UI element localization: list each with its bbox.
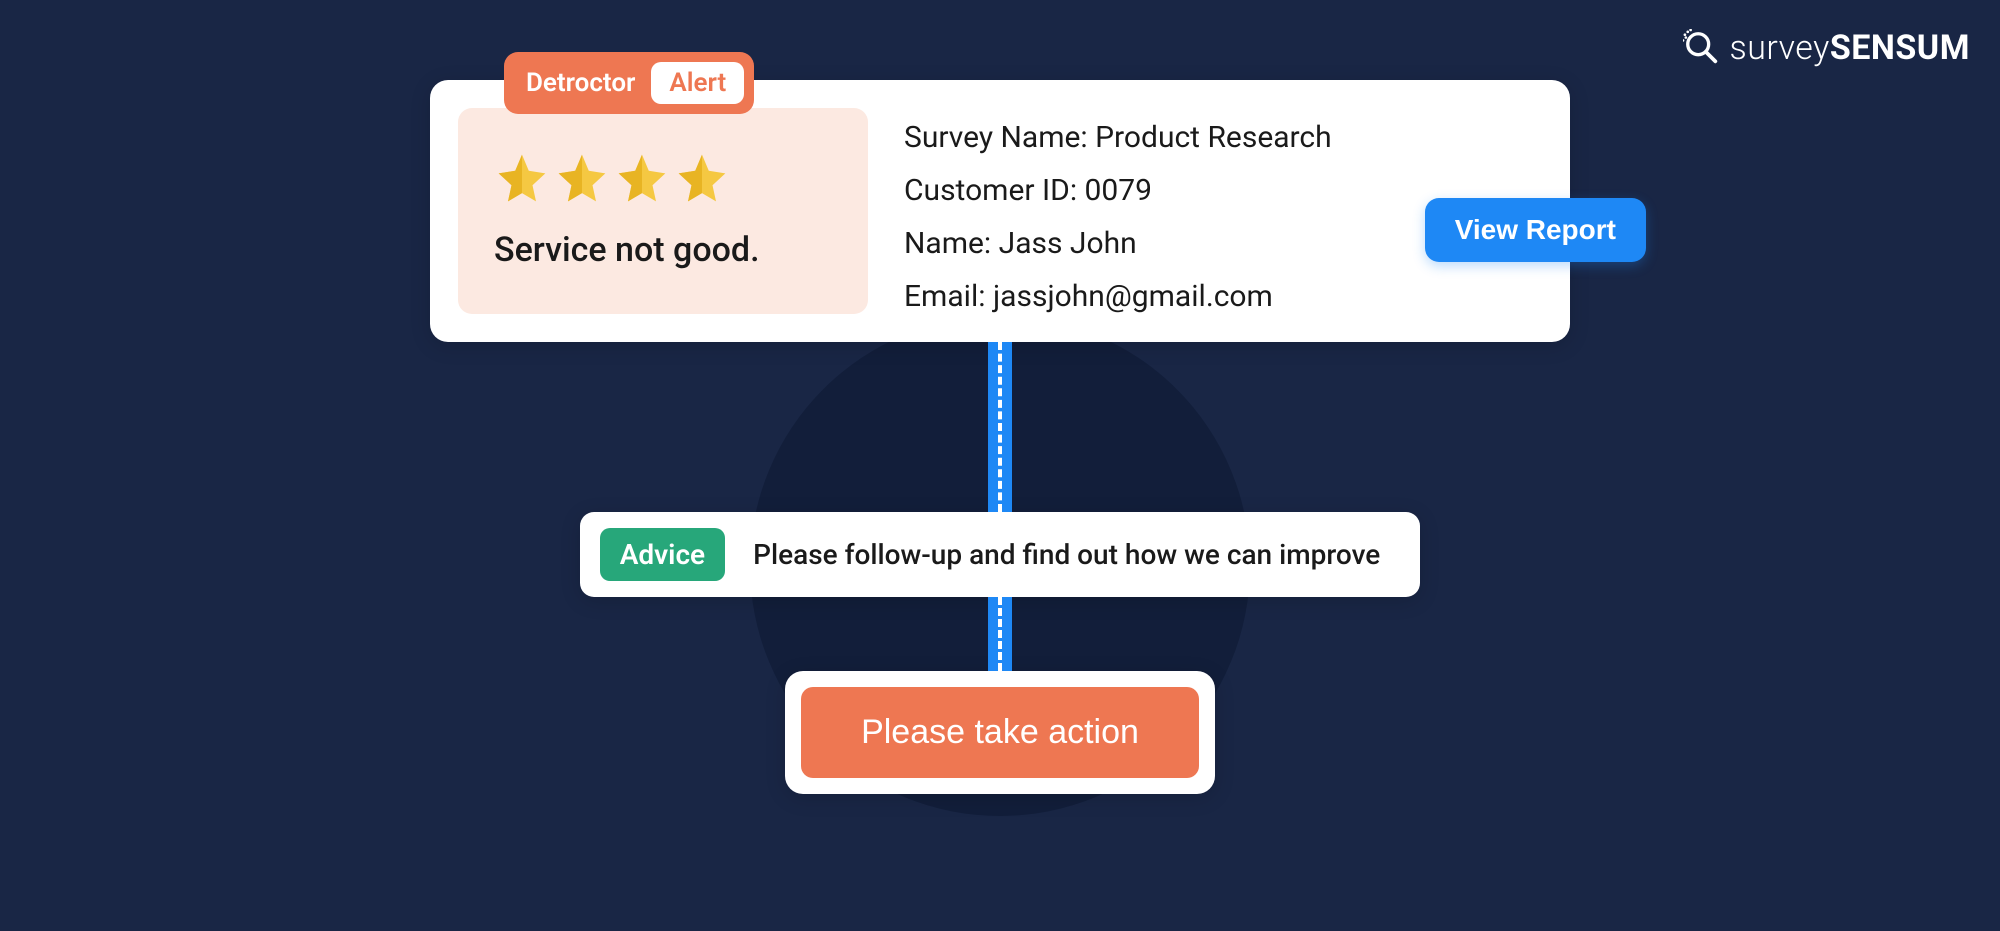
customer-email-row: Email: jassjohn@gmail.com (904, 279, 1542, 314)
take-action-button[interactable]: Please take action (801, 687, 1199, 778)
feedback-box: Service not good. (458, 108, 868, 314)
view-report-button[interactable]: View Report (1425, 198, 1646, 262)
detractor-label: Detroctor (526, 68, 635, 98)
flow-connector (988, 342, 1012, 512)
brand-logo: surveySENSUM (1683, 28, 1970, 68)
magnifier-dots-icon (1683, 29, 1721, 67)
alert-flow: Detroctor Alert Service not good. Survey… (430, 80, 1570, 794)
star-icon (674, 150, 730, 206)
star-icon (494, 150, 550, 206)
advice-chip: Advice (600, 528, 725, 581)
brand-name: surveySENSUM (1729, 28, 1970, 68)
survey-name-row: Survey Name: Product Research (904, 120, 1542, 155)
rating-stars (494, 150, 832, 206)
advice-text: Please follow-up and find out how we can… (753, 538, 1380, 571)
dashed-line-icon (998, 342, 1002, 512)
star-icon (554, 150, 610, 206)
alert-card: Detroctor Alert Service not good. Survey… (430, 80, 1570, 342)
detractor-pill: Detroctor Alert (504, 52, 754, 114)
advice-card: Advice Please follow-up and find out how… (580, 512, 1421, 597)
action-card: Please take action (785, 671, 1215, 794)
star-icon (614, 150, 670, 206)
alert-chip: Alert (651, 62, 744, 104)
feedback-text: Service not good. (494, 230, 832, 270)
dashed-line-icon (998, 597, 1002, 671)
flow-connector (988, 597, 1012, 671)
